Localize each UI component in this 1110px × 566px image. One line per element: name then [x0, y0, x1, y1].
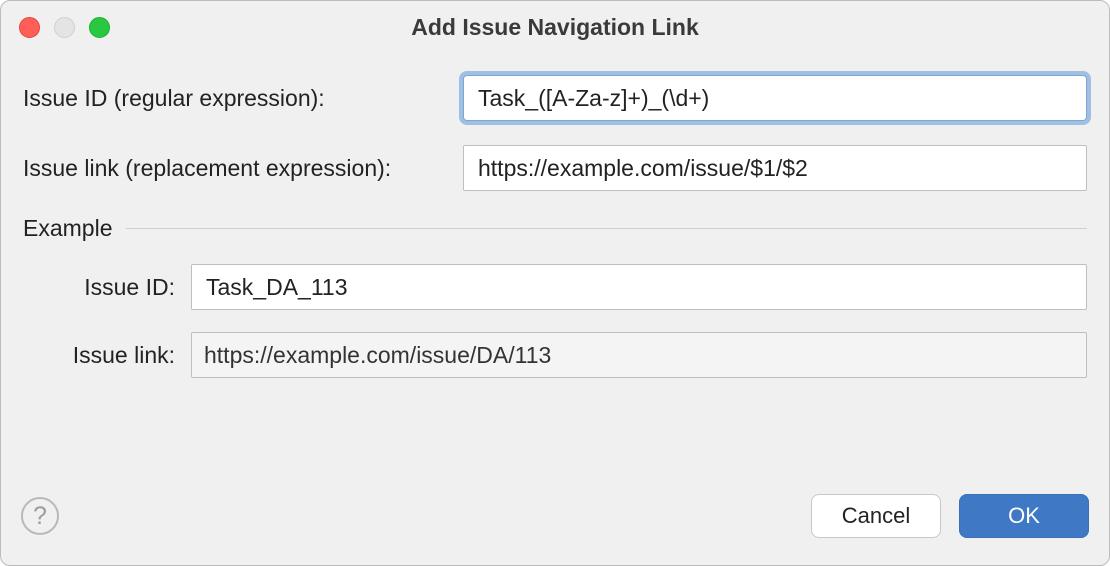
example-id-row: Issue ID:: [23, 264, 1087, 310]
cancel-button[interactable]: Cancel: [811, 494, 941, 538]
example-header-label: Example: [23, 215, 112, 242]
issue-link-row: Issue link (replacement expression):: [23, 145, 1087, 191]
example-id-label: Issue ID:: [51, 274, 191, 301]
help-icon: ?: [33, 502, 47, 531]
issue-link-input-wrap[interactable]: [463, 145, 1087, 191]
issue-link-input[interactable]: [476, 154, 1074, 183]
dialog-window: Add Issue Navigation Link Issue ID (regu…: [0, 0, 1110, 566]
dialog-content: Issue ID (regular expression): Issue lin…: [1, 53, 1109, 479]
window-title: Add Issue Navigation Link: [1, 14, 1109, 41]
issue-id-row: Issue ID (regular expression):: [23, 75, 1087, 121]
ok-button[interactable]: OK: [959, 494, 1089, 538]
minimize-icon: [54, 17, 75, 38]
issue-link-label: Issue link (replacement expression):: [23, 155, 463, 182]
window-controls: [19, 17, 110, 38]
example-section-header: Example: [23, 215, 1087, 242]
example-id-input[interactable]: [204, 273, 1074, 302]
issue-id-input-wrap[interactable]: [463, 75, 1087, 121]
zoom-icon[interactable]: [89, 17, 110, 38]
example-link-output: https://example.com/issue/DA/113: [191, 332, 1087, 378]
close-icon[interactable]: [19, 17, 40, 38]
divider-line: [126, 228, 1087, 229]
example-link-row: Issue link: https://example.com/issue/DA…: [23, 332, 1087, 378]
example-group: Issue ID: Issue link: https://example.co…: [23, 264, 1087, 378]
titlebar: Add Issue Navigation Link: [1, 1, 1109, 53]
example-id-input-wrap[interactable]: [191, 264, 1087, 310]
help-button[interactable]: ?: [21, 497, 59, 535]
example-link-label: Issue link:: [51, 342, 191, 369]
issue-id-input[interactable]: [476, 84, 1074, 113]
fields-group: Issue ID (regular expression): Issue lin…: [23, 75, 1087, 191]
issue-id-label: Issue ID (regular expression):: [23, 85, 463, 112]
dialog-footer: ? Cancel OK: [1, 479, 1109, 565]
